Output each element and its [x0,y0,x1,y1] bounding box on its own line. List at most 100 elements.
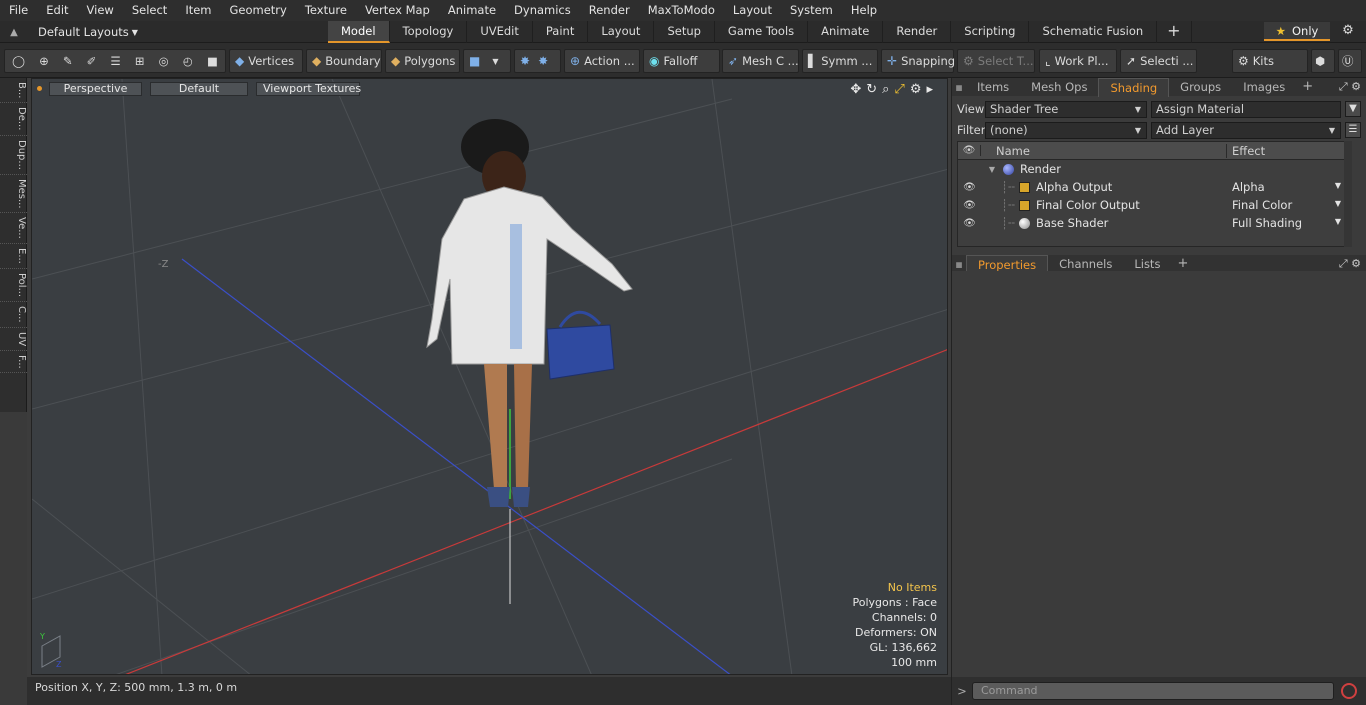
effect-column-header[interactable]: Effect [1227,144,1265,158]
character-model[interactable] [426,119,633,507]
menu-help[interactable]: Help [842,0,886,21]
menu-geometry[interactable]: Geometry [221,0,296,21]
layouts-dropdown[interactable]: ▲ Default Layouts ▼ [6,21,138,43]
tab-shading[interactable]: Shading [1098,77,1170,97]
viewport-textures-dropdown[interactable]: Viewport Textures [256,82,361,96]
tab-groups[interactable]: Groups [1169,78,1232,96]
effect-dropdown[interactable]: Alpha ▼ [1227,180,1347,194]
modo-cube-button[interactable]: ⬢ [1311,49,1335,73]
add-panel-tab-icon[interactable]: + [1296,78,1319,96]
3d-viewport[interactable]: Y Z -Z Perspective Default Viewport Text… [31,78,948,675]
visibility-eye-icon[interactable]: 👁 [958,218,981,229]
command-input[interactable]: Command [972,682,1334,700]
falloff-button[interactable]: ◉ Falloff [643,49,720,73]
left-tab-edge[interactable]: E... [0,244,27,269]
effect-dropdown[interactable]: Full Shading ▼ [1227,216,1347,230]
tree-row-alpha-output[interactable]: 👁 ┊╌ Alpha Output Alpha ▼ [958,178,1347,196]
left-tab-curve[interactable]: C... [0,302,27,328]
selection-sets-button[interactable]: ➚ Selecti ... [1120,49,1197,73]
menu-maxtomodo[interactable]: MaxToModo [639,0,724,21]
polygons-button[interactable]: ◆ Polygons [385,49,460,73]
move-view-icon[interactable]: ✥ [850,82,861,97]
menu-item[interactable]: Item [176,0,220,21]
menu-edit[interactable]: Edit [37,0,77,21]
viewport-expand-icon[interactable]: ▸ [926,82,933,97]
assign-material-button[interactable]: Assign Material [1151,100,1341,118]
align-icon[interactable]: ☰ [110,54,120,68]
work-plane-button[interactable]: ⌞ Work Pl... [1039,49,1117,73]
select-through-button[interactable]: ⚙ Select T... [957,49,1035,73]
target-icon[interactable]: ◎ [159,54,169,68]
tab-uvedit[interactable]: UVEdit [467,21,533,43]
item-mode-icon[interactable]: ■ [207,54,218,68]
panel-gear-icon[interactable]: ⤢ ⚙ [1339,257,1361,271]
menu-render[interactable]: Render [580,0,639,21]
unreal-button[interactable]: Ⓤ [1338,49,1362,73]
symmetry-gizmo-group[interactable]: ✸ ✸ [514,49,561,73]
menu-layout[interactable]: Layout [724,0,781,21]
tab-model[interactable]: Model [328,21,390,43]
record-macro-icon[interactable] [1341,683,1357,699]
tab-animate[interactable]: Animate [808,21,884,43]
menu-system[interactable]: System [781,0,842,21]
name-column-header[interactable]: Name [981,143,1227,158]
tab-items[interactable]: Items [966,78,1020,96]
view-dropdown[interactable]: Shader Tree ▼ [985,100,1147,118]
only-toggle[interactable]: ★ Only [1264,22,1330,41]
left-tab-deform[interactable]: De... [0,103,27,136]
left-tab-duplicate[interactable]: Dup... [0,136,27,175]
tab-images[interactable]: Images [1232,78,1296,96]
pen-tool-icon[interactable]: ✎ [63,54,73,68]
filter-funnel-icon[interactable]: ▼ [1345,101,1361,117]
shader-tree-scrollbar[interactable] [1344,141,1352,247]
visibility-eye-icon[interactable]: 👁 [958,200,981,211]
tab-scripting[interactable]: Scripting [951,21,1030,43]
center-icon[interactable]: ⊞ [135,54,145,68]
zoom-icon[interactable]: ⌕ [882,82,889,97]
visibility-header-eye-icon[interactable]: 👁 [958,145,981,156]
panel-menu-icon[interactable]: ▪ [952,80,966,94]
globe-icon[interactable]: ⊕ [39,54,49,68]
tab-paint[interactable]: Paint [533,21,589,43]
filter-dropdown[interactable]: (none) ▼ [985,121,1147,139]
tab-setup[interactable]: Setup [654,21,715,43]
add-tab-plus-icon[interactable]: + [1157,21,1192,43]
component-mode-dropdown[interactable]: ■ ▼ [463,49,511,73]
menu-file[interactable]: File [0,0,37,21]
left-tab-mesh-edit[interactable]: Mes... [0,175,27,214]
panel-menu-icon[interactable]: ▪ [952,257,966,271]
fit-view-icon[interactable]: ⤢ [894,82,904,97]
menu-texture[interactable]: Texture [296,0,356,21]
left-tab-uv[interactable]: UV [0,328,27,351]
viewport-menu-dot[interactable] [37,86,42,91]
lasso-icon[interactable]: ◴ [183,54,193,68]
visibility-eye-icon[interactable]: 👁 [958,182,981,193]
expand-arrow-icon[interactable]: ▼ [981,165,1003,174]
tree-row-base-shader[interactable]: 👁 ┊╌ Base Shader Full Shading ▼ [958,214,1347,232]
collapse-up-icon[interactable]: ▲ [6,27,22,38]
tab-schematic-fusion[interactable]: Schematic Fusion [1029,21,1158,43]
tab-mesh-ops[interactable]: Mesh Ops [1020,78,1098,96]
snapping-button[interactable]: ✛ Snapping [881,49,955,73]
add-layer-dropdown[interactable]: Add Layer ▼ [1151,121,1341,139]
list-options-icon[interactable]: ☰ [1345,122,1361,138]
left-tab-fusion[interactable]: F... [0,351,27,374]
rotate-view-icon[interactable]: ↻ [866,82,877,97]
vertices-button[interactable]: ◆ Vertices [229,49,303,73]
shading-dropdown[interactable]: Default [150,82,248,96]
panel-gear-icon[interactable]: ⤢ ⚙ [1339,80,1361,94]
tree-row-render[interactable]: ▼ Render [958,160,1347,178]
gear-icon[interactable]: ⚙ [1338,23,1358,41]
tab-game-tools[interactable]: Game Tools [715,21,809,43]
circle-select-icon[interactable]: ◯ [12,54,25,68]
tab-render[interactable]: Render [883,21,952,43]
left-tab-polygon[interactable]: Pol... [0,269,27,302]
mesh-constraints-button[interactable]: ➶ Mesh C ... [722,49,799,73]
menu-animate[interactable]: Animate [439,0,505,21]
tab-layout[interactable]: Layout [588,21,655,43]
effect-dropdown[interactable]: Final Color ▼ [1227,198,1347,212]
left-tab-vertex[interactable]: Ve... [0,213,27,245]
tree-row-final-color-output[interactable]: 👁 ┊╌ Final Color Output Final Color ▼ [958,196,1347,214]
boundary-button[interactable]: ◆ Boundary [306,49,382,73]
menu-select[interactable]: Select [123,0,176,21]
